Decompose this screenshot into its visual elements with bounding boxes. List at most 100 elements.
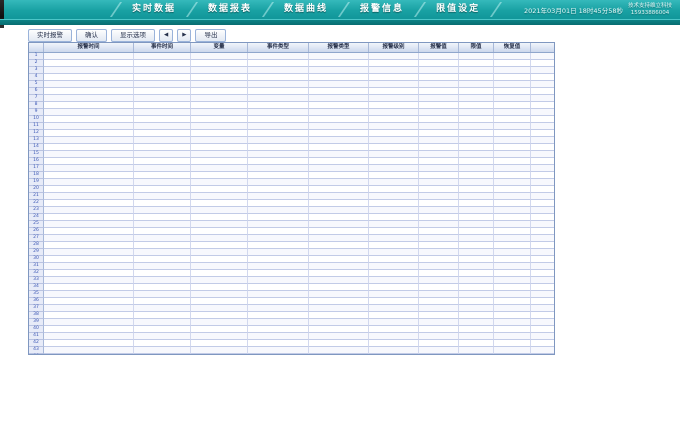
empty-cell <box>191 144 248 151</box>
table-row[interactable]: 24 <box>29 214 554 221</box>
empty-cell <box>191 186 248 193</box>
empty-cell <box>494 277 531 284</box>
empty-cell <box>459 179 494 186</box>
table-row[interactable]: 39 <box>29 319 554 326</box>
empty-cell <box>459 53 494 60</box>
prev-page-button[interactable]: ◀ <box>159 29 173 42</box>
col-limit-value[interactable]: 限值 <box>459 43 494 52</box>
empty-cell <box>494 186 531 193</box>
empty-cell <box>134 354 191 355</box>
table-row[interactable]: 9 <box>29 109 554 116</box>
col-alarm-type[interactable]: 报警类型 <box>309 43 369 52</box>
empty-cell <box>531 228 554 235</box>
table-row[interactable]: 8 <box>29 102 554 109</box>
table-row[interactable]: 13 <box>29 137 554 144</box>
export-button[interactable]: 导出 <box>195 29 226 42</box>
empty-cell <box>134 137 191 144</box>
table-row[interactable]: 11 <box>29 123 554 130</box>
table-row[interactable]: 10 <box>29 116 554 123</box>
table-row[interactable]: 31 <box>29 263 554 270</box>
table-row[interactable]: 30 <box>29 256 554 263</box>
empty-cell <box>494 53 531 60</box>
table-row[interactable]: 21 <box>29 193 554 200</box>
empty-cell <box>191 270 248 277</box>
empty-cell <box>248 347 309 354</box>
col-alarm-time[interactable]: 报警时间 <box>44 43 134 52</box>
col-alarm-level[interactable]: 报警级别 <box>369 43 419 52</box>
table-row[interactable]: 14 <box>29 144 554 151</box>
table-row[interactable]: 42 <box>29 340 554 347</box>
empty-cell <box>369 179 419 186</box>
display-options-button[interactable]: 显示选项 <box>111 29 155 42</box>
empty-cell <box>309 102 369 109</box>
table-row[interactable]: 15 <box>29 151 554 158</box>
empty-cell <box>531 221 554 228</box>
empty-cell <box>191 298 248 305</box>
table-row[interactable]: 28 <box>29 242 554 249</box>
col-variable[interactable]: 变量 <box>191 43 248 52</box>
table-row[interactable]: 37 <box>29 305 554 312</box>
table-row[interactable]: 43 <box>29 347 554 354</box>
empty-cell <box>459 137 494 144</box>
empty-cell <box>248 172 309 179</box>
table-row[interactable]: 40 <box>29 326 554 333</box>
empty-cell <box>134 102 191 109</box>
table-row[interactable]: 32 <box>29 270 554 277</box>
empty-cell <box>531 123 554 130</box>
tab-data-curve[interactable]: 数据曲线 <box>272 0 340 19</box>
table-row[interactable]: 3 <box>29 67 554 74</box>
tab-realtime-data[interactable]: 实时数据 <box>120 0 188 19</box>
table-row[interactable]: 16 <box>29 158 554 165</box>
empty-cell <box>369 298 419 305</box>
empty-cell <box>459 221 494 228</box>
tab-data-report[interactable]: 数据报表 <box>196 0 264 19</box>
tab-limit-setting[interactable]: 限值设定 <box>424 0 492 19</box>
table-row[interactable]: 36 <box>29 298 554 305</box>
table-row[interactable]: 20 <box>29 186 554 193</box>
table-row[interactable]: 44 <box>29 354 554 355</box>
col-event-time[interactable]: 事件时间 <box>134 43 191 52</box>
confirm-button[interactable]: 确认 <box>76 29 107 42</box>
table-row[interactable]: 18 <box>29 172 554 179</box>
table-row[interactable]: 22 <box>29 200 554 207</box>
empty-cell <box>494 326 531 333</box>
table-row[interactable]: 2 <box>29 60 554 67</box>
table-row[interactable]: 29 <box>29 249 554 256</box>
table-row[interactable]: 27 <box>29 235 554 242</box>
table-row[interactable]: 26 <box>29 228 554 235</box>
col-event-type[interactable]: 事件类型 <box>248 43 309 52</box>
empty-cell <box>309 312 369 319</box>
table-row[interactable]: 1 <box>29 53 554 60</box>
tab-alarm-info[interactable]: 报警信息 <box>348 0 416 19</box>
empty-cell <box>531 95 554 102</box>
empty-cell <box>459 291 494 298</box>
table-row[interactable]: 19 <box>29 179 554 186</box>
empty-cell <box>531 144 554 151</box>
table-row[interactable]: 17 <box>29 165 554 172</box>
empty-cell <box>248 207 309 214</box>
table-row[interactable]: 4 <box>29 74 554 81</box>
table-row[interactable]: 35 <box>29 291 554 298</box>
empty-cell <box>459 109 494 116</box>
table-row[interactable]: 5 <box>29 81 554 88</box>
realtime-alarm-button[interactable]: 实时报警 <box>28 29 72 42</box>
table-row[interactable]: 23 <box>29 207 554 214</box>
table-row[interactable]: 41 <box>29 333 554 340</box>
empty-cell <box>459 242 494 249</box>
empty-cell <box>134 284 191 291</box>
col-recover-value[interactable]: 恢复值 <box>494 43 531 52</box>
empty-cell <box>44 67 134 74</box>
next-page-button[interactable]: ▶ <box>177 29 191 42</box>
table-row[interactable]: 6 <box>29 88 554 95</box>
table-row[interactable]: 34 <box>29 284 554 291</box>
table-row[interactable]: 38 <box>29 312 554 319</box>
table-row[interactable]: 7 <box>29 95 554 102</box>
col-alarm-value[interactable]: 报警值 <box>419 43 459 52</box>
empty-cell <box>134 305 191 312</box>
empty-cell <box>248 193 309 200</box>
table-row[interactable]: 12 <box>29 130 554 137</box>
empty-cell <box>191 74 248 81</box>
table-row[interactable]: 25 <box>29 221 554 228</box>
table-row[interactable]: 33 <box>29 277 554 284</box>
empty-cell <box>369 284 419 291</box>
